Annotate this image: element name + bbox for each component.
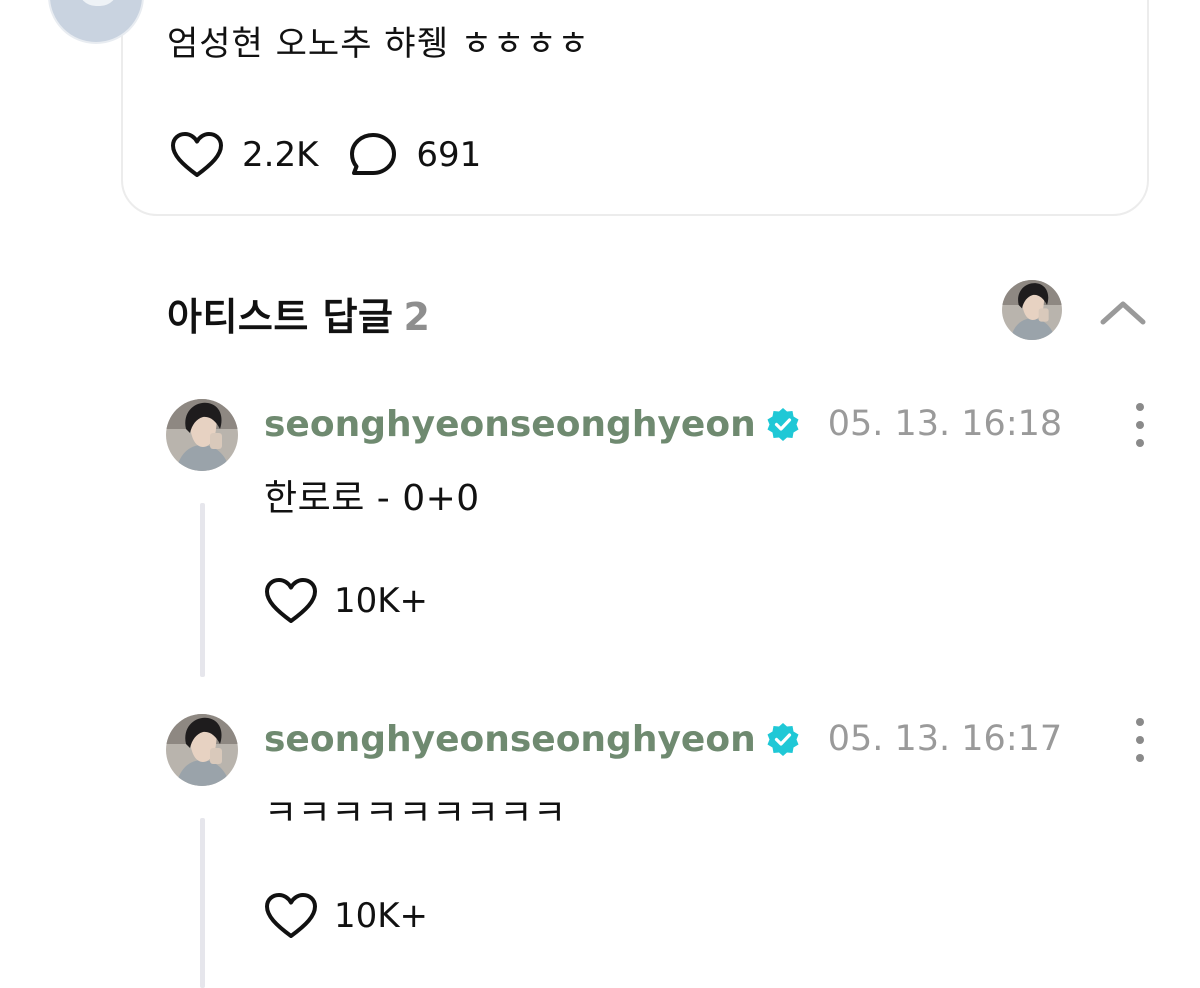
reply-item: seonghyeonseonghyeon 05. 13. 16:18 한로로 -… <box>166 399 1156 689</box>
reply-like-count: 10K+ <box>334 581 429 621</box>
artist-avatar[interactable] <box>1002 280 1062 340</box>
reply-username[interactable]: seonghyeonseonghyeon <box>264 404 756 445</box>
post-text: 엄성현 오노추 햐쥉 ㅎㅎㅎㅎ <box>167 24 590 64</box>
reply-header: seonghyeonseonghyeon 05. 13. 16:18 <box>264 401 1062 447</box>
thread-line <box>200 818 205 988</box>
collapse-button[interactable] <box>1097 286 1149 338</box>
comment-bubble-icon <box>348 131 398 179</box>
reply-author-avatar[interactable] <box>166 399 238 471</box>
heart-icon <box>264 892 318 940</box>
artist-replies-header: 아티스트 답글 2 <box>167 280 1152 342</box>
section-title-label: 아티스트 답글 <box>167 295 394 339</box>
post-comment-count: 691 <box>416 135 482 175</box>
post-comment-button[interactable]: 691 <box>348 131 481 179</box>
more-options-button[interactable] <box>1128 403 1152 447</box>
reply-text: 한로로 - 0+0 <box>264 478 480 519</box>
reply-timestamp: 05. 13. 16:18 <box>827 404 1063 444</box>
verified-badge-icon <box>766 407 800 441</box>
thread-line <box>200 503 205 677</box>
more-vertical-icon <box>1136 718 1144 726</box>
reply-like-count: 10K+ <box>334 896 429 936</box>
reply-item: seonghyeonseonghyeon 05. 13. 16:17 ㅋㅋㅋㅋㅋ… <box>166 714 1156 988</box>
verified-badge-icon <box>766 722 800 756</box>
reply-timestamp: 05. 13. 16:17 <box>827 719 1063 759</box>
post-like-count: 2.2K <box>242 135 319 175</box>
post-like-button[interactable]: 2.2K <box>170 131 318 179</box>
reply-text: ㅋㅋㅋㅋㅋㅋㅋㅋㅋ <box>264 793 567 834</box>
more-options-button[interactable] <box>1128 718 1152 762</box>
reply-count: 2 <box>403 295 431 339</box>
chevron-up-icon <box>1099 298 1147 326</box>
more-vertical-icon <box>1136 403 1144 411</box>
reply-header: seonghyeonseonghyeon 05. 13. 16:17 <box>264 716 1062 762</box>
section-title: 아티스트 답글 2 <box>167 286 430 341</box>
reply-like-button[interactable]: 10K+ <box>264 892 428 940</box>
reply-username[interactable]: seonghyeonseonghyeon <box>264 719 756 760</box>
heart-icon <box>170 131 224 179</box>
reply-author-avatar[interactable] <box>166 714 238 786</box>
reply-like-button[interactable]: 10K+ <box>264 577 428 625</box>
heart-icon <box>264 577 318 625</box>
post-stats: 2.2K 691 <box>170 131 481 179</box>
